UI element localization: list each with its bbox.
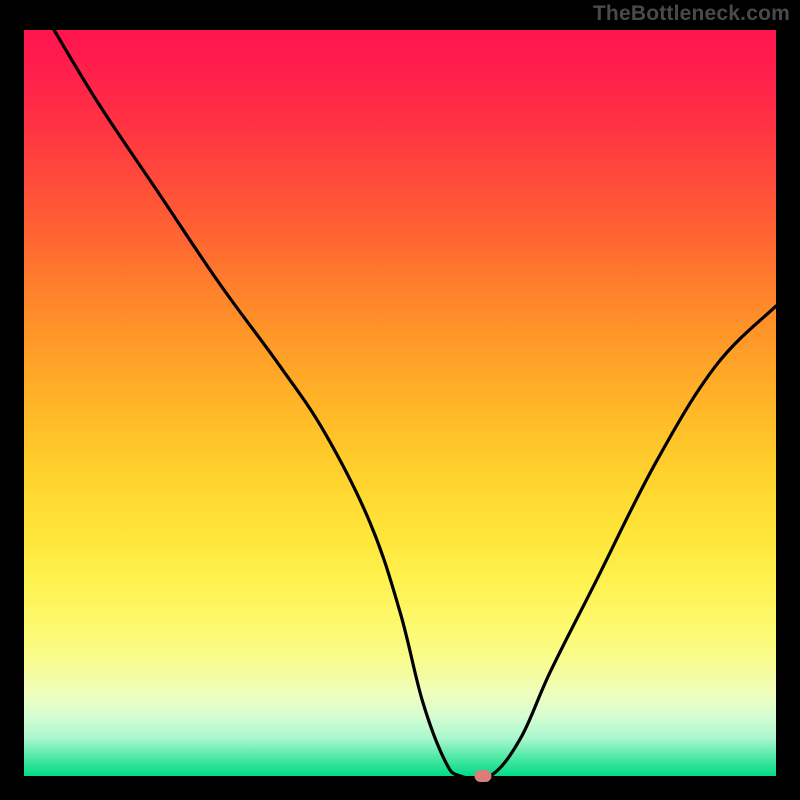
watermark-text: TheBottleneck.com bbox=[593, 2, 790, 26]
bottleneck-curve bbox=[24, 30, 776, 776]
chart-plot-area bbox=[24, 30, 776, 776]
optimal-point-marker bbox=[474, 770, 491, 782]
chart-frame: TheBottleneck.com bbox=[0, 0, 800, 800]
